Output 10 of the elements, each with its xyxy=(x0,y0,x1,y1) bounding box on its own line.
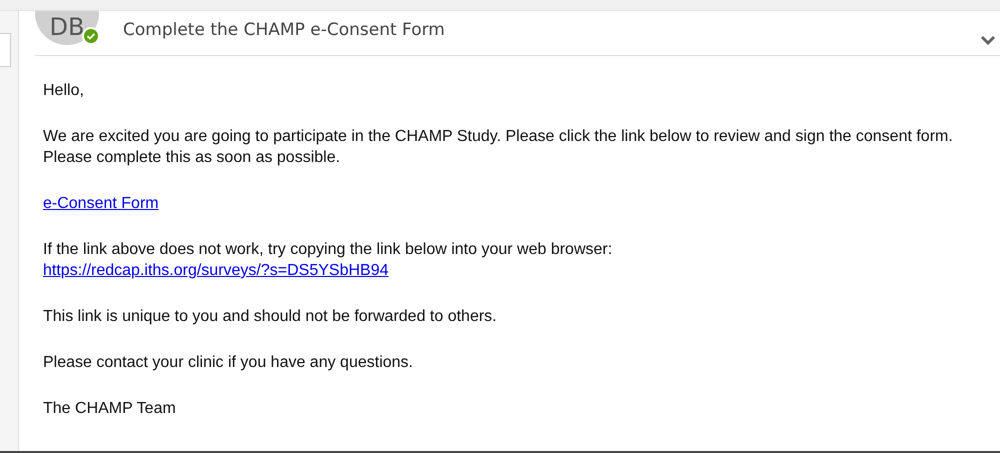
survey-url-link[interactable]: https://redcap.iths.org/surveys/?s=DS5YSbHB94 xyxy=(43,260,389,281)
consent-form-link[interactable]: e-Consent Form xyxy=(43,195,159,212)
body-paragraph: The CHAMP Team xyxy=(43,399,177,419)
body-paragraph: Please contact your clinic if you have any questions. xyxy=(43,353,414,373)
email-subject: Complete the CHAMP e-Consent Form xyxy=(123,20,445,40)
expand-chevron-icon[interactable] xyxy=(980,35,996,45)
body-paragraph: Hello, xyxy=(43,81,85,101)
body-paragraph: If the link above does not work, try copying the link below into your web browser: xyxy=(43,240,614,260)
body-paragraph: This link is unique to you and should not be forwarded to others. xyxy=(43,307,498,327)
body-paragraph: We are excited you are going to participate in the CHAMP Study. Please click the link below to review and sign the consent form. Please complete this as soon as possible. xyxy=(43,127,954,168)
